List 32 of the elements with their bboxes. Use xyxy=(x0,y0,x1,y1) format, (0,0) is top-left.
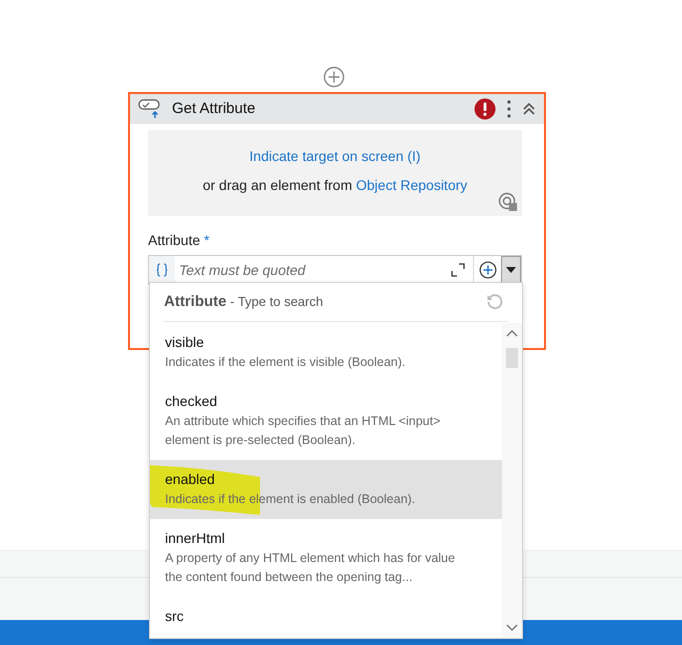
option-description: A property of any HTML element which has for value the content found between the opening tag... xyxy=(165,550,456,586)
option-description: An attribute which specifies that an HTML <input> element is pre-selected (Boolean). xyxy=(165,413,442,449)
option-name: checked xyxy=(165,392,218,411)
activity-title: Get Attribute xyxy=(172,98,256,119)
attribute-option[interactable]: src xyxy=(150,597,502,637)
caret-icon xyxy=(506,267,516,273)
activity-icon xyxy=(138,98,162,120)
scroll-down-icon[interactable] xyxy=(506,624,518,632)
option-name: src xyxy=(165,607,185,626)
indicate-target-link[interactable]: Indicate target on screen (I) xyxy=(249,148,421,164)
expand-icon[interactable] xyxy=(451,263,465,277)
scroll-up-icon[interactable] xyxy=(506,329,518,337)
attribute-option[interactable]: visible Indicates if the element is visible (Boolean). xyxy=(150,323,502,382)
braces-icon[interactable] xyxy=(156,263,168,277)
field-label: Attribute xyxy=(148,232,200,248)
dropdown-header: Attribute - Type to search xyxy=(164,292,324,312)
attribute-option[interactable]: checked An attribute which specifies that an HTML <input> element is pre-selected (Boolean). xyxy=(150,382,502,460)
scrollbar-thumb[interactable] xyxy=(506,348,518,368)
attribute-option[interactable]: innerHtml A property of any HTML element which has for value the content found between the opening tag... xyxy=(150,519,502,597)
collapse-icon[interactable] xyxy=(522,102,536,116)
add-icon[interactable] xyxy=(478,261,496,279)
option-name: enabled xyxy=(165,470,216,489)
option-name: visible xyxy=(165,333,205,352)
object-repository-link[interactable]: Object Repository xyxy=(356,177,468,193)
drag-hint: or drag an element from xyxy=(202,177,352,193)
target-icon[interactable] xyxy=(498,192,518,212)
required-mark: * xyxy=(204,232,210,248)
add-activity-icon[interactable] xyxy=(323,66,345,88)
more-options-icon[interactable] xyxy=(506,99,512,119)
option-description: Indicates if the element is visible (Boolean). xyxy=(165,354,406,371)
option-name: innerHtml xyxy=(165,529,226,548)
dropdown-toggle[interactable] xyxy=(501,256,521,284)
